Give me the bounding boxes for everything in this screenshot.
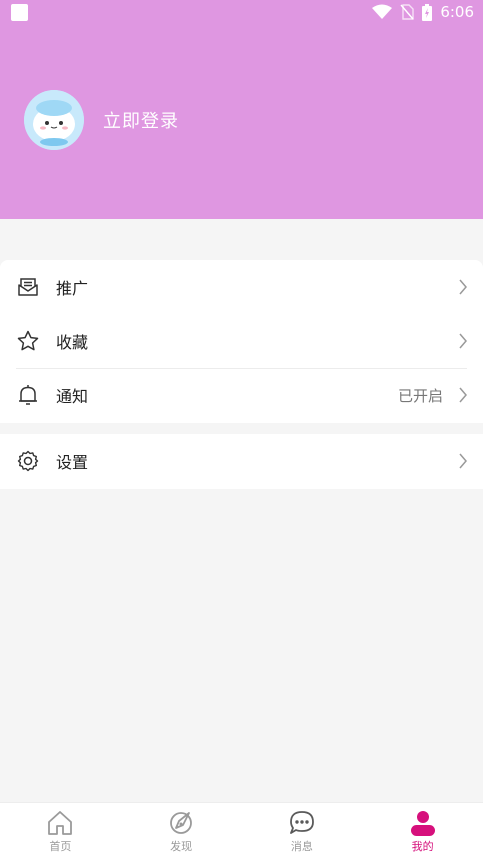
menu-item-label: 设置 bbox=[56, 453, 89, 472]
menu-item-label: 收藏 bbox=[56, 333, 89, 352]
compass-icon bbox=[170, 812, 193, 834]
battery-icon bbox=[422, 3, 433, 21]
gear-icon bbox=[17, 450, 39, 472]
menu-item-label: 推广 bbox=[56, 279, 89, 298]
menu-group-main: 推广 收藏 通知 已开启 bbox=[0, 260, 483, 423]
clock: 6:06 bbox=[440, 3, 474, 21]
avatar-image bbox=[24, 90, 84, 150]
no-sim-icon bbox=[400, 4, 415, 20]
avatar[interactable] bbox=[24, 90, 84, 150]
bottom-tab-bar: 首页 发现 消息 我的 bbox=[0, 802, 483, 859]
chevron-right-icon bbox=[459, 387, 467, 403]
menu-group-settings: 设置 bbox=[0, 434, 483, 489]
menu-item-promote[interactable]: 推广 bbox=[0, 260, 483, 314]
tab-messages[interactable]: 消息 bbox=[242, 803, 363, 859]
chevron-right-icon bbox=[459, 453, 467, 469]
chevron-right-icon bbox=[459, 333, 467, 349]
tab-discover[interactable]: 发现 bbox=[121, 803, 242, 859]
notification-square-icon bbox=[11, 4, 28, 21]
tab-label: 我的 bbox=[411, 840, 434, 853]
profile-header: 6:06 立即登录 bbox=[0, 0, 483, 219]
menu-item-settings[interactable]: 设置 bbox=[0, 434, 483, 488]
notification-status: 已开启 bbox=[397, 386, 443, 405]
star-icon bbox=[17, 330, 39, 351]
tab-home[interactable]: 首页 bbox=[0, 803, 121, 859]
chat-icon bbox=[289, 811, 314, 834]
menu-item-notifications[interactable]: 通知 已开启 bbox=[0, 368, 483, 422]
bell-icon bbox=[19, 385, 37, 405]
status-bar: 6:06 bbox=[0, 0, 483, 26]
tab-label: 首页 bbox=[49, 840, 72, 853]
envelope-icon bbox=[18, 278, 38, 296]
wifi-icon bbox=[372, 4, 393, 19]
tab-mine[interactable]: 我的 bbox=[362, 803, 483, 859]
menu-item-label: 通知 bbox=[56, 387, 89, 406]
chevron-right-icon bbox=[459, 279, 467, 295]
login-area[interactable]: 立即登录 bbox=[24, 90, 179, 150]
tab-label: 发现 bbox=[170, 840, 193, 853]
menu-item-favorites[interactable]: 收藏 bbox=[0, 314, 483, 368]
tab-label: 消息 bbox=[290, 840, 313, 853]
login-link[interactable]: 立即登录 bbox=[103, 107, 179, 133]
home-icon bbox=[48, 811, 73, 835]
user-icon bbox=[410, 811, 435, 836]
